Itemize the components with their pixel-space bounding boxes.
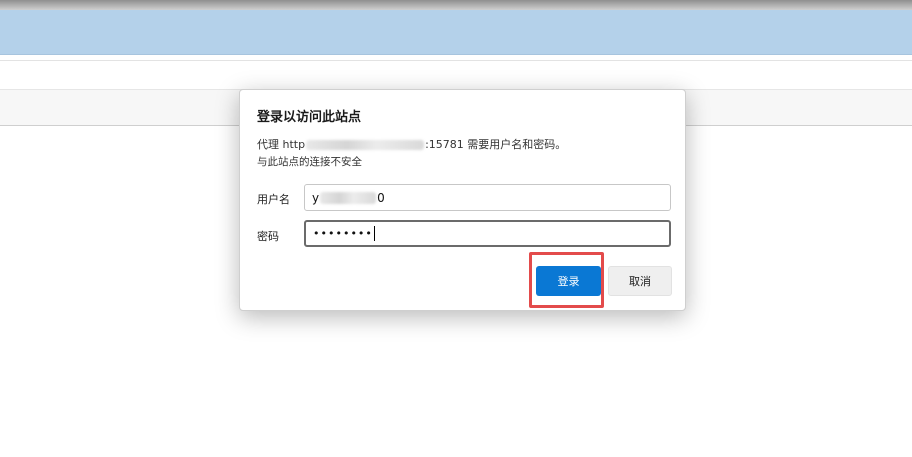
browser-page: 登录以访问此站点 代理 http :15781 需要用户名和密码。 与此站点的连接… [0, 0, 912, 457]
insecure-warning: 与此站点的连接不安全 [257, 156, 362, 168]
username-label: 用户名 [257, 193, 290, 206]
password-value: •••••••• [313, 227, 373, 240]
auth-dialog: 登录以访问此站点 代理 http :15781 需要用户名和密码。 与此站点的连接… [239, 89, 686, 311]
username-value-end: 0 [377, 190, 385, 205]
window-top-edge [0, 0, 912, 10]
browser-toolbar-strip [0, 55, 912, 61]
text-caret [373, 226, 375, 241]
login-button[interactable]: 登录 [536, 266, 601, 296]
redacted-username [320, 191, 377, 204]
browser-title-bar [0, 10, 912, 55]
password-input[interactable]: •••••••• [304, 220, 671, 247]
dialog-message: 代理 http :15781 需要用户名和密码。 [257, 136, 566, 152]
username-value-start: y [312, 190, 320, 205]
dialog-title: 登录以访问此站点 [257, 110, 362, 125]
username-input[interactable]: y0 [304, 184, 671, 211]
password-label: 密码 [257, 230, 279, 243]
message-suffix: :15781 需要用户名和密码。 [425, 138, 567, 151]
cancel-button[interactable]: 取消 [608, 266, 672, 296]
redacted-host [306, 140, 425, 150]
message-prefix: 代理 http [257, 138, 306, 151]
